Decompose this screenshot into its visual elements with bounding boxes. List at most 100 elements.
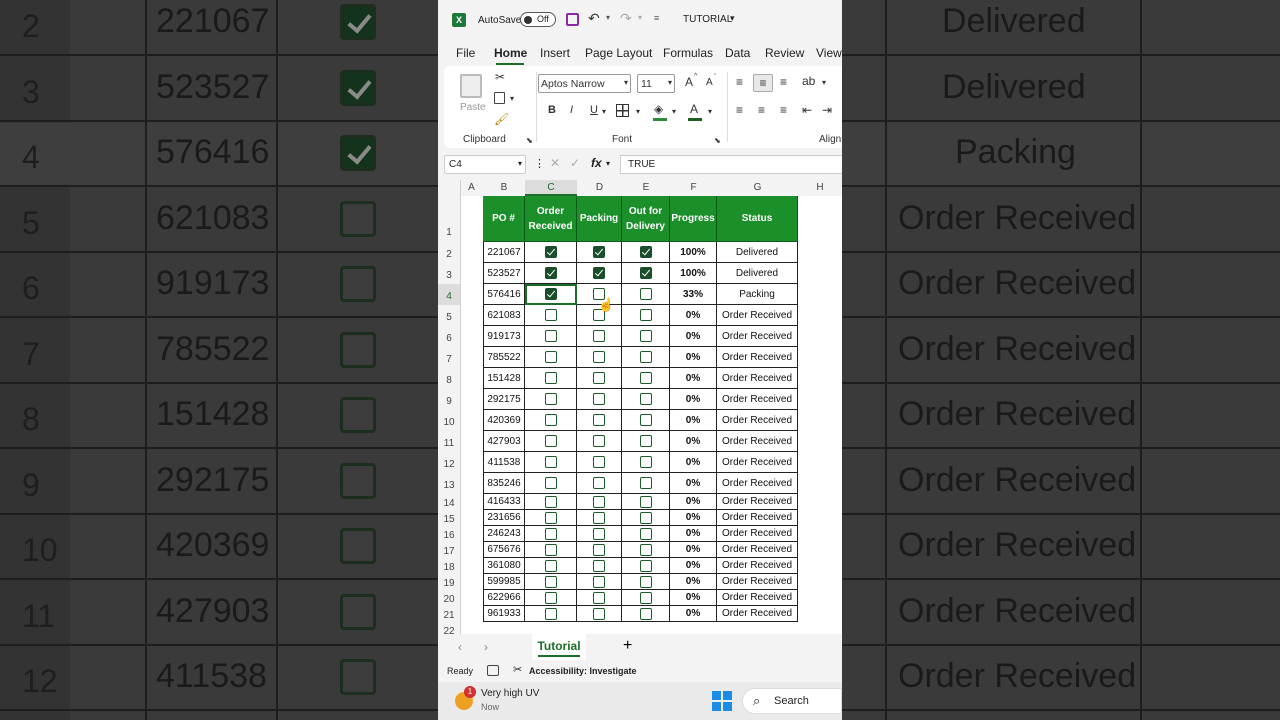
align-right-icon[interactable]: ≡ [780,103,787,117]
checkbox-cell-packing[interactable] [577,606,622,622]
column-header-g[interactable]: G [717,180,798,196]
checkbox-packing[interactable] [593,414,605,426]
fx-dropdown-icon[interactable]: ▾ [606,159,610,168]
chevron-down-icon[interactable]: ▾ [730,13,735,24]
file-name[interactable]: TUTORIAL [683,14,732,25]
po-cell[interactable]: 411538 [483,452,525,473]
copy-icon[interactable] [494,92,505,104]
align-top-icon[interactable]: ≡ [736,75,743,89]
checkbox-cell-order-received[interactable] [525,606,577,622]
po-cell[interactable]: 361080 [483,558,525,574]
checkbox-order-received[interactable] [544,591,557,604]
checkbox-packing[interactable] [593,591,605,604]
italic-button[interactable]: I [570,104,573,116]
row-header[interactable]: 12 [438,452,460,473]
name-box[interactable]: C4 ▾ [444,155,526,174]
checkbox-cell-out-for-delivery[interactable] [622,574,670,590]
checkbox-cell-order-received[interactable] [525,431,577,452]
borders-icon[interactable] [616,104,629,117]
row-header[interactable]: 5 [438,305,460,326]
checkbox-cell-out-for-delivery[interactable] [622,494,670,510]
po-cell[interactable]: 785522 [483,347,525,368]
windows-start-icon[interactable] [712,691,732,711]
checkbox-cell-order-received[interactable] [525,473,577,494]
checkbox-out-for-delivery[interactable] [639,495,652,508]
checkbox-packing[interactable] [593,393,605,405]
redo-dropdown-icon[interactable]: ▾ [638,13,642,22]
checkbox-order-received[interactable] [544,435,557,447]
column-header-h[interactable]: H [798,180,842,196]
cut-icon[interactable]: ✂ [495,70,505,84]
undo-dropdown-icon[interactable]: ▾ [606,13,610,22]
po-cell[interactable]: 675676 [483,542,525,558]
decrease-indent-icon[interactable]: ⇤ [802,103,812,117]
checkbox-cell-order-received[interactable] [525,410,577,431]
checkbox-cell-packing[interactable] [577,542,622,558]
po-cell[interactable]: 621083 [483,305,525,326]
checkbox-packing[interactable] [593,511,605,524]
checkbox-out-for-delivery[interactable] [639,511,652,524]
checkbox-cell-packing[interactable] [577,590,622,606]
checkbox-order-received[interactable] [544,543,557,556]
font-color-icon[interactable]: A [690,102,698,116]
row-header[interactable]: 22 [438,622,460,634]
checkbox-cell-order-received[interactable] [525,263,577,284]
checkbox-packing[interactable] [593,435,605,447]
checkbox-cell-packing[interactable] [577,431,622,452]
font-name-select[interactable]: Aptos Narrow ▾ [538,74,631,93]
checkbox-order-received[interactable] [544,393,557,405]
checkbox-cell-packing[interactable] [577,368,622,389]
checkbox-order-received[interactable] [544,559,557,572]
checkbox-out-for-delivery[interactable] [639,267,652,279]
checkbox-cell-packing[interactable] [577,510,622,526]
cancel-icon[interactable]: ✕ [550,156,560,170]
underline-dropdown-icon[interactable]: ▾ [602,107,606,116]
checkbox-order-received[interactable] [544,495,557,508]
checkbox-cell-out-for-delivery[interactable] [622,242,670,263]
po-cell[interactable]: 427903 [483,431,525,452]
checkbox-cell-order-received[interactable] [525,558,577,574]
checkbox-cell-order-received[interactable] [525,574,577,590]
checkbox-cell-out-for-delivery[interactable] [622,558,670,574]
column-header-f[interactable]: F [670,180,717,196]
row-header[interactable]: 15 [438,510,460,526]
tab-file[interactable]: File [456,46,475,60]
checkbox-cell-out-for-delivery[interactable] [622,473,670,494]
row-header[interactable]: 6 [438,326,460,347]
column-header-e[interactable]: E [622,180,670,196]
tab-formulas[interactable]: Formulas [663,46,713,60]
row-header[interactable]: 16 [438,526,460,542]
checkbox-cell-order-received[interactable] [525,590,577,606]
tab-review[interactable]: Review [765,46,804,60]
align-middle-icon[interactable]: ≡ [753,74,773,92]
checkbox-packing[interactable] [593,267,605,279]
checkbox-out-for-delivery[interactable] [639,591,652,604]
checkbox-cell-order-received[interactable] [525,452,577,473]
column-header-d[interactable]: D [577,180,622,196]
checkbox-cell-out-for-delivery[interactable] [622,263,670,284]
paste-icon[interactable] [460,74,482,98]
accessibility-status[interactable]: Accessibility: Investigate [529,666,637,676]
accessibility-icon[interactable]: ✂ [513,663,522,676]
checkbox-cell-packing[interactable] [577,389,622,410]
checkbox-out-for-delivery[interactable] [639,435,652,447]
tab-view[interactable]: View [816,46,842,60]
checkbox-cell-packing[interactable] [577,558,622,574]
po-cell[interactable]: 919173 [483,326,525,347]
enter-icon[interactable]: ✓ [570,156,580,170]
align-center-icon[interactable]: ≡ [758,103,765,117]
checkbox-order-received[interactable] [544,414,557,426]
checkbox-cell-out-for-delivery[interactable] [622,590,670,606]
checkbox-order-received[interactable] [544,511,557,524]
column-header-c[interactable]: C [525,180,577,196]
checkbox-cell-out-for-delivery[interactable] [622,410,670,431]
sheet-tab-tutorial[interactable]: Tutorial [532,634,586,660]
checkbox-order-received[interactable] [544,456,557,468]
checkbox-cell-packing[interactable] [577,574,622,590]
checkbox-order-received[interactable] [544,351,557,363]
checkbox-cell-out-for-delivery[interactable] [622,510,670,526]
row-header[interactable]: 20 [438,590,460,606]
po-cell[interactable]: 622966 [483,590,525,606]
checkbox-packing[interactable] [593,575,605,588]
checkbox-out-for-delivery[interactable] [639,527,652,540]
